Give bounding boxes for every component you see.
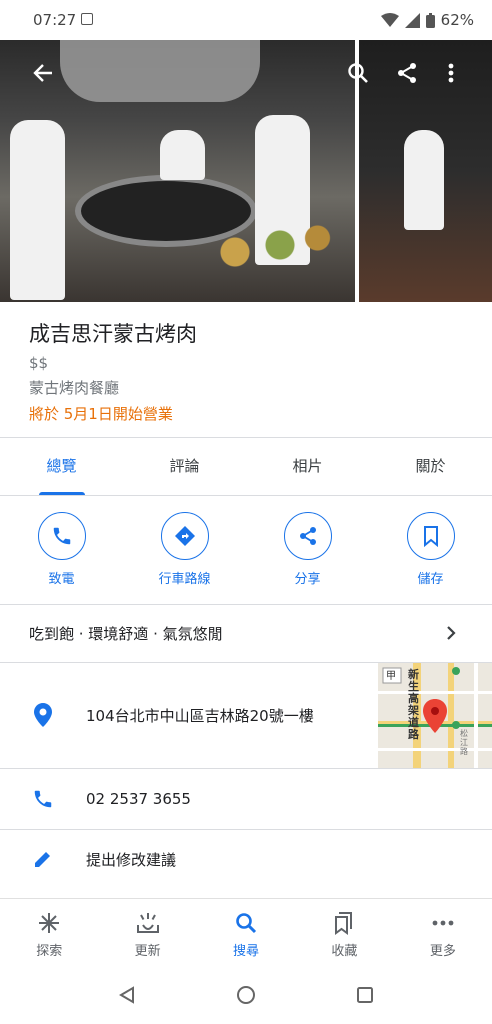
overflow-menu-icon[interactable] <box>447 62 455 89</box>
tab-overview[interactable]: 總覽 <box>0 438 123 495</box>
nav-more[interactable]: 更多 <box>394 899 492 969</box>
save-label: 儲存 <box>417 572 444 587</box>
directions-button[interactable]: 行車路線 <box>123 512 246 592</box>
updates-icon <box>136 913 159 933</box>
nav-saved-label: 收藏 <box>331 944 358 959</box>
opening-notice: 將於 5月1日開始營業 <box>29 405 173 423</box>
edit-pencil-icon <box>31 847 55 871</box>
tab-photos[interactable]: 相片 <box>246 438 369 495</box>
restaurant-photo-secondary[interactable] <box>359 40 492 302</box>
wifi-icon <box>380 12 399 27</box>
directions-label: 行車路線 <box>158 572 211 587</box>
tab-bar: 總覽 評論 相片 關於 <box>0 438 492 495</box>
map-thumbnail[interactable]: 甲 新生高架道路 松江路 <box>378 663 492 768</box>
nav-explore-label: 探索 <box>36 944 63 959</box>
suggest-edit-row[interactable]: 提出修改建議 <box>0 830 492 888</box>
gallery-notification-icon <box>81 13 93 25</box>
map-station-label: 甲 <box>386 671 396 682</box>
address-text: 104台北市中山區吉林路20號一樓 <box>86 707 314 725</box>
photo-header <box>0 40 492 302</box>
signal-icon <box>404 12 420 28</box>
tab-about[interactable]: 關於 <box>369 438 492 495</box>
suggest-edit-text: 提出修改建議 <box>86 851 177 869</box>
divider <box>0 495 492 496</box>
chevron-right-icon <box>446 625 456 645</box>
recents-square-icon[interactable] <box>356 986 374 1004</box>
explore-icon <box>39 913 60 933</box>
phone-number: 02 2537 3655 <box>86 790 191 808</box>
search-icon <box>236 913 257 934</box>
saved-icon <box>335 912 353 935</box>
map-street-main: 新生高架道路 <box>408 668 419 741</box>
tab-reviews[interactable]: 評論 <box>123 438 246 495</box>
price-level: $$ <box>29 354 49 372</box>
share-icon[interactable] <box>396 62 418 89</box>
location-pin-icon <box>31 703 55 727</box>
place-category[interactable]: 蒙古烤肉餐廳 <box>29 377 197 398</box>
nav-explore[interactable]: 探索 <box>0 899 98 969</box>
save-button[interactable]: 儲存 <box>369 512 492 592</box>
share-label: 分享 <box>294 572 321 587</box>
share-button[interactable]: 分享 <box>246 512 369 592</box>
status-time: 07:27 <box>33 11 77 29</box>
call-button[interactable]: 致電 <box>0 512 123 592</box>
map-street-side: 松江路 <box>460 729 468 756</box>
highlights-row[interactable]: 吃到飽 · 環境舒適 · 氣氛悠閒 <box>0 605 492 662</box>
phone-icon <box>31 787 55 811</box>
bottom-navigation: 探索 更新 搜尋 收藏 更多 <box>0 898 492 969</box>
action-buttons: 致電 行車路線 分享 儲存 <box>0 512 492 592</box>
back-arrow-icon[interactable] <box>32 62 54 89</box>
phone-row[interactable]: 02 2537 3655 <box>0 769 492 829</box>
battery-percent: 62% <box>440 11 474 29</box>
home-circle-icon[interactable] <box>236 985 256 1005</box>
highlights-text: 吃到飽 · 環境舒適 · 氣氛悠閒 <box>29 625 223 643</box>
directions-icon <box>160 512 209 560</box>
back-triangle-icon[interactable] <box>118 986 136 1004</box>
nav-updates[interactable]: 更新 <box>98 899 196 969</box>
more-icon <box>432 920 454 926</box>
battery-icon <box>425 12 435 28</box>
nav-search-label: 搜尋 <box>233 944 260 959</box>
system-navigation-bar <box>0 968 492 1024</box>
status-bar: 07:27 62% <box>0 0 492 40</box>
share-icon <box>283 512 332 560</box>
phone-icon <box>37 512 86 560</box>
nav-more-label: 更多 <box>429 944 456 959</box>
nav-saved[interactable]: 收藏 <box>295 899 393 969</box>
place-name: 成吉思汗蒙古烤肉 <box>29 322 197 346</box>
nav-search[interactable]: 搜尋 <box>197 899 295 969</box>
place-info: 成吉思汗蒙古烤肉 $$ 蒙古烤肉餐廳 將於 5月1日開始營業 <box>29 318 197 424</box>
bookmark-icon <box>406 512 455 560</box>
nav-updates-label: 更新 <box>134 944 161 959</box>
call-label: 致電 <box>48 572 75 587</box>
search-icon[interactable] <box>347 62 369 89</box>
